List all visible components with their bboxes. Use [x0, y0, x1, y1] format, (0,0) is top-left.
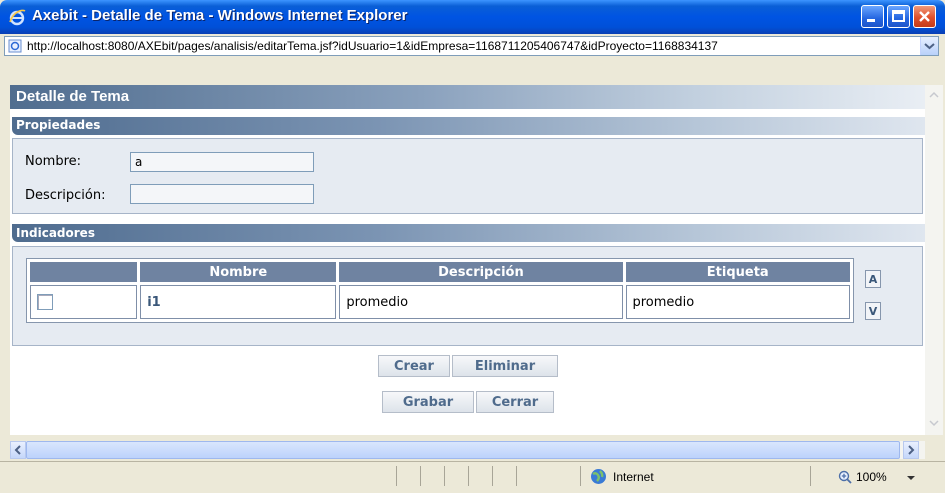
- status-divider: [492, 466, 493, 486]
- description-field[interactable]: [130, 184, 314, 204]
- url-text: http://localhost:8080/AXEbit/pages/anali…: [27, 39, 718, 53]
- window-title: Axebit - Detalle de Tema - Windows Inter…: [32, 7, 408, 24]
- maximize-icon: [892, 10, 905, 22]
- zoom-icon: [838, 470, 852, 484]
- description-label: Descripción:: [25, 188, 106, 203]
- url-dropdown-button[interactable]: [920, 37, 938, 55]
- indicators-header: [12, 224, 925, 242]
- move-up-button[interactable]: A: [865, 270, 881, 288]
- indicators-table: Nombre Descripción Etiqueta i1 promedio …: [26, 258, 854, 323]
- move-down-button[interactable]: V: [865, 302, 881, 320]
- chevron-left-icon: [14, 445, 21, 455]
- status-divider: [444, 466, 445, 486]
- minimize-button[interactable]: [861, 5, 884, 28]
- name-label: Nombre:: [25, 154, 82, 169]
- indicator-name-link[interactable]: i1: [147, 295, 161, 310]
- close-window-button[interactable]: [913, 5, 936, 28]
- status-divider: [468, 466, 469, 486]
- security-zone-label: Internet: [613, 470, 654, 484]
- table-row[interactable]: i1 promedio promedio: [30, 285, 850, 319]
- status-divider: [396, 466, 397, 486]
- properties-title: Propiedades: [16, 118, 101, 132]
- name-field[interactable]: a: [130, 152, 314, 172]
- ie-icon: [9, 9, 26, 26]
- page-icon: [8, 39, 22, 53]
- column-header-description[interactable]: Descripción: [339, 262, 623, 282]
- create-button[interactable]: Crear: [378, 355, 450, 377]
- chevron-down-icon: [924, 43, 935, 50]
- column-header-name[interactable]: Nombre: [140, 262, 337, 282]
- page-header: [10, 85, 925, 109]
- horizontal-scroll-thumb[interactable]: [26, 441, 900, 459]
- properties-header: [12, 117, 925, 135]
- status-divider: [516, 466, 517, 486]
- scroll-arrows-icon: [929, 91, 939, 427]
- row-select-cell: [30, 285, 138, 319]
- zoom-level[interactable]: 100%: [856, 470, 887, 484]
- url-field[interactable]: http://localhost:8080/AXEbit/pages/anali…: [4, 36, 939, 56]
- chevron-right-icon: [908, 445, 915, 455]
- row-label-cell: promedio: [625, 285, 850, 319]
- save-button[interactable]: Grabar: [382, 391, 474, 413]
- globe-icon: [591, 469, 606, 484]
- scroll-left-button[interactable]: [10, 441, 26, 459]
- column-header-select: [30, 262, 138, 282]
- row-checkbox[interactable]: [37, 294, 53, 310]
- delete-button[interactable]: Eliminar: [452, 355, 558, 377]
- zoom-dropdown-icon[interactable]: [906, 474, 916, 482]
- vertical-scrollbar[interactable]: [925, 85, 943, 435]
- row-description-cell: promedio: [339, 285, 623, 319]
- page-title: Detalle de Tema: [16, 88, 130, 105]
- indicators-title: Indicadores: [16, 226, 95, 240]
- browser-window: Axebit - Detalle de Tema - Windows Inter…: [0, 0, 945, 493]
- table-header-row: Nombre Descripción Etiqueta: [30, 262, 850, 282]
- status-divider: [580, 466, 581, 486]
- minimize-icon: [867, 19, 875, 22]
- status-divider: [810, 466, 811, 486]
- column-header-label[interactable]: Etiqueta: [625, 262, 850, 282]
- address-bar: http://localhost:8080/AXEbit/pages/anali…: [0, 34, 945, 59]
- status-divider: [420, 466, 421, 486]
- row-name-cell: i1: [140, 285, 337, 319]
- close-button[interactable]: Cerrar: [476, 391, 554, 413]
- close-icon: [919, 11, 930, 22]
- title-bar[interactable]: Axebit - Detalle de Tema - Windows Inter…: [0, 0, 945, 34]
- status-bar: [0, 461, 945, 493]
- maximize-button[interactable]: [887, 5, 910, 28]
- scroll-right-button[interactable]: [903, 441, 919, 459]
